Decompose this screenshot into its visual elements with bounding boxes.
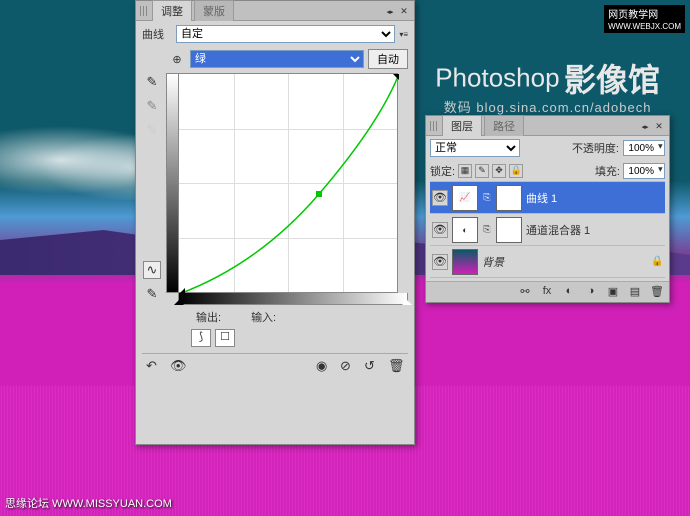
output-label: 输出: — [196, 309, 221, 325]
curve-mode-icon[interactable]: ∿ — [143, 261, 161, 279]
layers-panel-header[interactable]: 图层 路径 — [426, 116, 669, 136]
layer-list: 👁 📈 ⎘ 曲线 1 👁 ◐ ⎘ 通道混合器 1 👁 背景 🔒 — [430, 182, 665, 278]
mask-thumb-icon[interactable] — [496, 217, 522, 243]
white-point-slider[interactable] — [402, 295, 412, 305]
grip-icon — [430, 121, 438, 131]
curves-adjustment-panel: 调整 蒙版 曲线 自定 ⊕ 绿 自动 ✎ ✎ ✎ ∿ ✎ — [135, 0, 415, 445]
layers-footer: ⚯ fx ◐ ◑ ▣ ▤ 🗑 — [426, 281, 669, 302]
close-icon[interactable] — [398, 5, 410, 17]
clip-to-layer-icon[interactable]: ⊘ — [340, 358, 356, 374]
watermark-title: Photoshop 影像馆 数码 blog.sina.com.cn/adobec… — [435, 55, 660, 116]
link-layers-icon[interactable]: ⚯ — [517, 285, 533, 299]
layer-name[interactable]: 曲线 1 — [526, 190, 663, 206]
previous-state-icon[interactable]: ◉ — [316, 358, 332, 374]
new-adjustment-icon[interactable]: ◑ — [583, 285, 599, 299]
smooth-button[interactable]: ⟆ — [191, 329, 211, 347]
input-label: 输入: — [251, 309, 276, 325]
opacity-input[interactable] — [623, 140, 665, 156]
adjustment-thumb-icon[interactable]: ◐ — [452, 217, 478, 243]
expand-icon[interactable] — [639, 120, 651, 132]
mask-thumb-icon[interactable] — [496, 185, 522, 211]
opacity-label: 不透明度: — [572, 140, 619, 156]
layer-thumb-icon[interactable] — [452, 249, 478, 275]
fill-input[interactable] — [623, 163, 665, 179]
adjustment-thumb-icon[interactable]: 📈 — [452, 185, 478, 211]
preset-select[interactable]: 自定 — [176, 25, 395, 43]
visibility-toggle-icon[interactable]: 👁 — [432, 254, 448, 270]
eyedropper-gray-icon[interactable]: ✎ — [143, 97, 161, 115]
tab-adjustments[interactable]: 调整 — [152, 0, 192, 21]
link-icon: ⎘ — [482, 192, 492, 203]
lock-transparency-icon[interactable]: ▦ — [458, 164, 472, 178]
pencil-mode-icon[interactable]: ✎ — [143, 285, 161, 303]
eyedropper-black-icon[interactable]: ✎ — [143, 73, 161, 91]
delete-layer-icon[interactable]: 🗑 — [649, 285, 665, 299]
curve-point[interactable] — [316, 191, 322, 197]
delete-icon[interactable]: 🗑 — [388, 358, 404, 374]
channel-select[interactable]: 绿 — [190, 50, 364, 68]
reset-icon[interactable]: ↺ — [364, 358, 380, 374]
new-group-icon[interactable]: ▣ — [605, 285, 621, 299]
watermark-top-right: 网页教学网 WWW.WEBJX.COM — [604, 5, 685, 33]
curves-panel-header[interactable]: 调整 蒙版 — [136, 1, 414, 21]
visibility-toggle-icon[interactable]: 👁 — [432, 222, 448, 238]
auto-button[interactable]: 自动 — [368, 49, 408, 69]
locked-icon: 🔒 — [651, 256, 663, 267]
preset-menu-icon[interactable] — [399, 28, 408, 40]
layer-row[interactable]: 👁 ◐ ⎘ 通道混合器 1 — [430, 214, 665, 246]
layer-name[interactable]: 通道混合器 1 — [526, 222, 663, 238]
tab-layers[interactable]: 图层 — [442, 115, 482, 136]
blend-mode-select[interactable]: 正常 — [430, 139, 520, 157]
grip-icon — [140, 6, 148, 16]
tab-paths[interactable]: 路径 — [484, 115, 524, 136]
link-icon: ⎘ — [482, 224, 492, 235]
input-gradient[interactable] — [178, 293, 408, 305]
watermark-bottom-left: 思缘论坛 WWW.MISSYUAN.COM — [5, 495, 172, 511]
layer-fx-icon[interactable]: fx — [539, 285, 555, 299]
expand-icon[interactable] — [384, 5, 396, 17]
fill-label: 填充: — [595, 163, 620, 179]
curves-footer: ↶ 👁 ◉ ⊘ ↺ 🗑 — [142, 353, 408, 378]
curve-line — [179, 74, 399, 294]
target-adjust-icon[interactable]: ⊕ — [168, 53, 186, 66]
return-icon[interactable]: ↶ — [146, 358, 162, 374]
close-icon[interactable] — [653, 120, 665, 132]
black-point-slider[interactable] — [174, 295, 184, 305]
lock-all-icon[interactable]: 🔒 — [509, 164, 523, 178]
layer-row[interactable]: 👁 📈 ⎘ 曲线 1 — [430, 182, 665, 214]
visibility-toggle-icon[interactable]: 👁 — [432, 190, 448, 206]
lock-label: 锁定: — [430, 163, 455, 179]
curves-graph[interactable] — [178, 73, 398, 293]
output-gradient — [166, 73, 178, 293]
options-button[interactable]: ☐ — [215, 329, 235, 347]
lock-pixels-icon[interactable]: ✎ — [475, 164, 489, 178]
tab-masks[interactable]: 蒙版 — [194, 0, 234, 21]
layer-row[interactable]: 👁 背景 🔒 — [430, 246, 665, 278]
toggle-visibility-icon[interactable]: 👁 — [170, 358, 186, 374]
preset-label: 曲线 — [142, 26, 172, 42]
new-layer-icon[interactable]: ▤ — [627, 285, 643, 299]
layer-name[interactable]: 背景 — [482, 254, 647, 270]
eyedropper-white-icon[interactable]: ✎ — [143, 121, 161, 139]
add-mask-icon[interactable]: ◐ — [561, 285, 577, 299]
layers-panel: 图层 路径 正常 不透明度: 锁定: ▦ ✎ ✥ 🔒 填充: 👁 📈 ⎘ — [425, 115, 670, 303]
lock-position-icon[interactable]: ✥ — [492, 164, 506, 178]
